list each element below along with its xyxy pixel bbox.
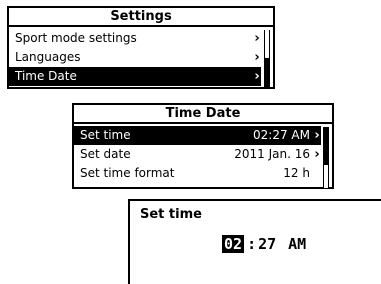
- chevron-right-icon: ›: [254, 69, 260, 84]
- menu-item-label: Sport mode settings: [15, 31, 137, 45]
- menu-item-set-time[interactable]: Set time 02:27 AM ›: [74, 126, 321, 145]
- time-date-screen: Time Date Set time 02:27 AM › Set date 2…: [72, 103, 334, 189]
- chevron-right-icon: ›: [314, 147, 320, 162]
- menu-item-label: Languages: [15, 50, 81, 64]
- set-time-title: Set time: [140, 207, 202, 222]
- menu-item-value: 12 h: [283, 166, 310, 180]
- settings-title: Settings: [9, 8, 273, 27]
- menu-item-set-date[interactable]: Set date 2011 Jan. 16 ›: [74, 145, 321, 164]
- menu-item-label: Time Date: [15, 69, 77, 83]
- menu-item-set-time-format[interactable]: Set time format 12 h: [74, 164, 321, 183]
- menu-item-value: 02:27 AM: [253, 128, 310, 142]
- scrollbar[interactable]: [264, 30, 270, 89]
- minute-field[interactable]: 27: [258, 235, 276, 253]
- scrollbar-thumb[interactable]: [324, 127, 328, 165]
- menu-item-time-date[interactable]: Time Date ›: [9, 67, 261, 86]
- time-editor: 02 : 27 AM: [222, 235, 306, 253]
- chevron-right-icon: ›: [254, 50, 260, 65]
- settings-list: Sport mode settings › Languages › Time D…: [9, 27, 273, 91]
- menu-item-label: Set time: [80, 128, 131, 142]
- set-time-screen: Set time 02 : 27 AM: [128, 199, 381, 284]
- time-date-title: Time Date: [74, 105, 332, 124]
- chevron-right-icon: ›: [254, 31, 260, 46]
- chevron-right-icon: ›: [314, 128, 320, 143]
- time-date-list: Set time 02:27 AM › Set date 2011 Jan. 1…: [74, 124, 332, 190]
- scrollbar-thumb[interactable]: [265, 58, 269, 89]
- menu-item-languages[interactable]: Languages ›: [9, 48, 261, 67]
- menu-item-label: Set date: [80, 147, 131, 161]
- scrollbar[interactable]: [323, 127, 329, 188]
- ampm-field[interactable]: AM: [288, 235, 306, 253]
- time-separator: :: [247, 235, 257, 253]
- menu-item-value: 2011 Jan. 16: [234, 147, 310, 161]
- settings-screen: Settings Sport mode settings › Languages…: [7, 6, 275, 89]
- menu-item-label: Set time format: [80, 166, 175, 180]
- hour-field[interactable]: 02: [222, 235, 245, 253]
- menu-item-sport-mode-settings[interactable]: Sport mode settings ›: [9, 29, 261, 48]
